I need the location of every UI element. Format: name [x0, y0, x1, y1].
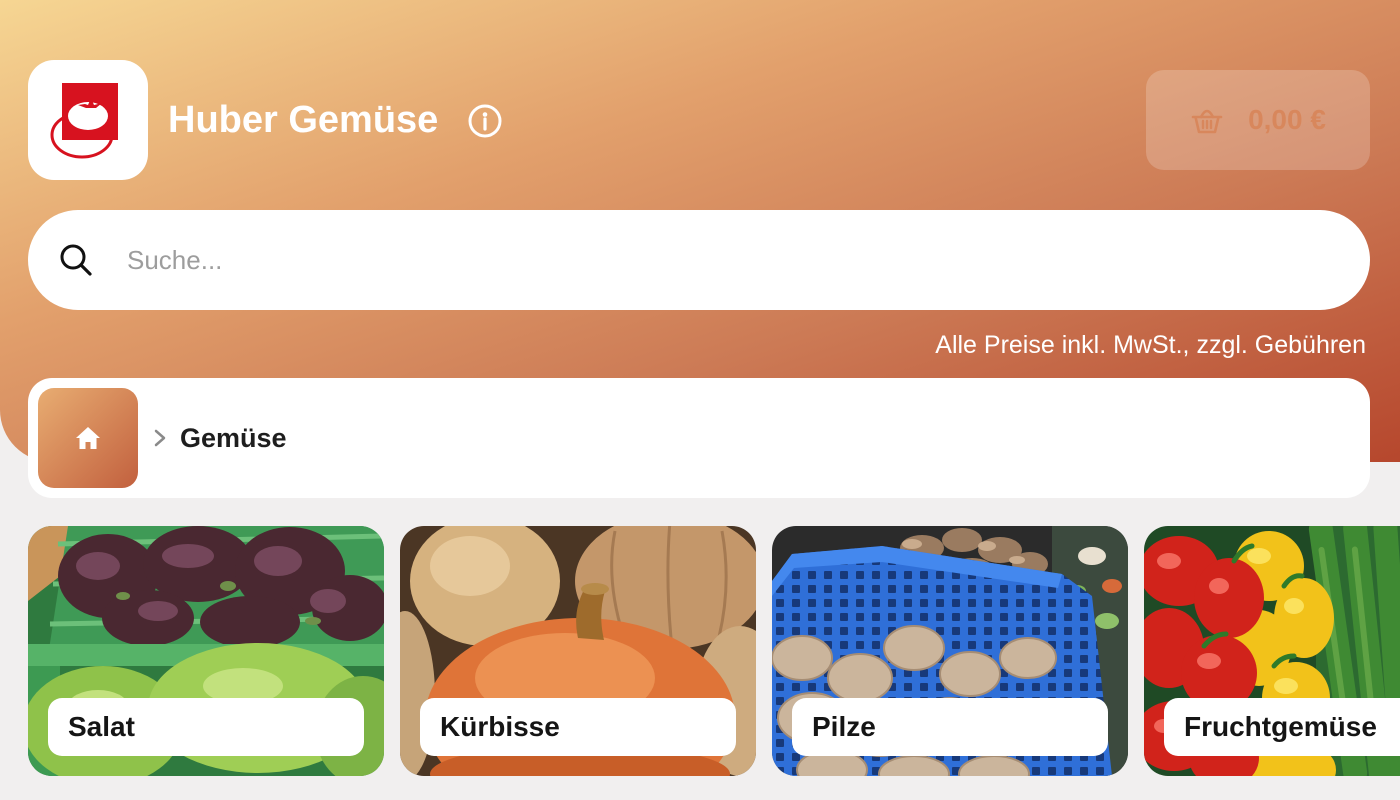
breadcrumb: Gemüse: [28, 378, 1370, 498]
category-card-fruchtgemuese[interactable]: Fruchtgemüse: [1144, 526, 1400, 776]
home-button[interactable]: [38, 388, 138, 488]
shop-logo[interactable]: [28, 60, 148, 180]
category-card-pilze[interactable]: Pilze: [772, 526, 1128, 776]
category-card-salat[interactable]: Salat: [28, 526, 384, 776]
search-bar[interactable]: [28, 210, 1370, 310]
cart-total: 0,00 €: [1248, 104, 1326, 135]
category-label: Kürbisse: [420, 698, 736, 756]
basket-icon: [1191, 109, 1223, 134]
shop-title: Huber Gemüse: [168, 99, 439, 141]
search-icon: [60, 244, 92, 276]
chevron-right-icon: [154, 429, 166, 447]
info-icon[interactable]: [468, 104, 502, 138]
category-label: Pilze: [792, 698, 1108, 756]
search-input[interactable]: [127, 235, 1327, 285]
category-card-kuerbisse[interactable]: Kürbisse: [400, 526, 756, 776]
tomato-logo-icon: [50, 83, 118, 159]
category-list: Salat Kürbisse Pilze Fruchtgemüse: [28, 526, 1400, 776]
category-label: Salat: [48, 698, 364, 756]
price-note: Alle Preise inkl. MwSt., zzgl. Gebühren: [935, 331, 1366, 359]
home-icon: [76, 427, 100, 449]
breadcrumb-current: Gemüse: [180, 423, 287, 453]
cart-button[interactable]: 0,00 €: [1146, 70, 1370, 170]
category-label: Fruchtgemüse: [1164, 698, 1400, 756]
